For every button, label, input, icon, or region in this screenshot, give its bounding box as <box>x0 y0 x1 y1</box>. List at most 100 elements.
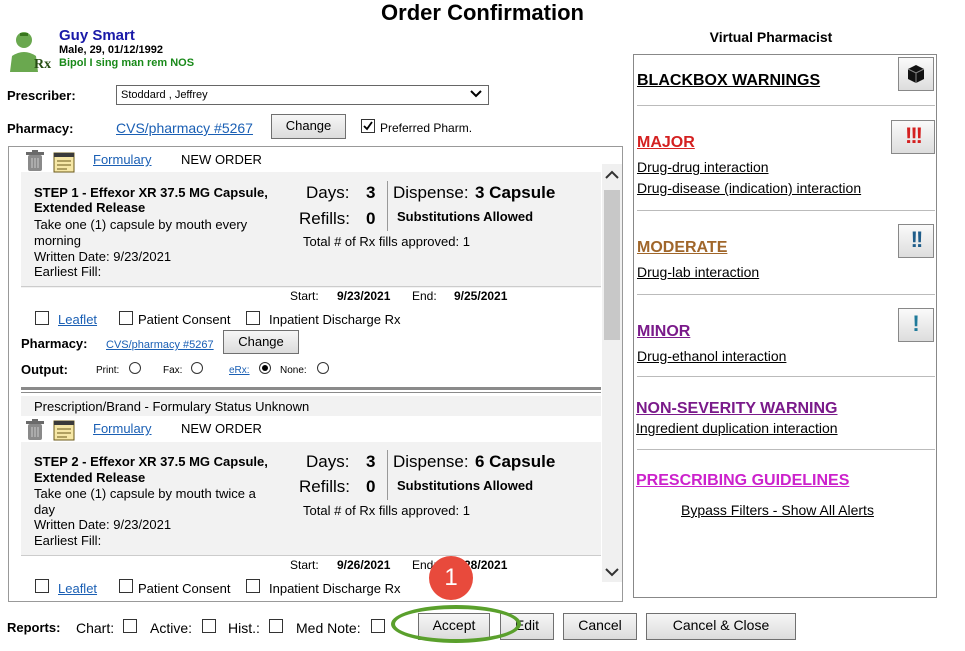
minor-link[interactable]: MINOR <box>637 323 690 341</box>
order-1-formulary-link[interactable]: Formulary <box>93 152 152 167</box>
order-1-total-fills: Total # of Rx fills approved: 1 <box>303 234 470 249</box>
minor-exclamation-icon[interactable]: ! <box>898 308 934 342</box>
non-severity-link[interactable]: NON-SEVERITY WARNING <box>636 400 838 418</box>
order-1-days: 3 <box>366 183 376 202</box>
order-2-consent-checkbox[interactable] <box>119 579 133 593</box>
major-link[interactable]: MAJOR <box>637 134 695 152</box>
order-1-drug-line2: Extended Release <box>34 200 146 215</box>
order-1-dispense: 3 Capsule <box>475 183 556 202</box>
bypass-filters-link[interactable]: Bypass Filters - Show All Alerts <box>681 502 874 518</box>
output-none-label: None: <box>280 365 307 376</box>
order-2-dispense-label: Dispense: <box>393 452 469 471</box>
order-2-formulary-link[interactable]: Formulary <box>93 421 152 436</box>
patient-diagnosis: Bipol I sing man rem NOS <box>59 57 195 69</box>
blackbox-warnings-link[interactable]: BLACKBOX WARNINGS <box>637 72 820 90</box>
orders-scrollbar-thumb[interactable] <box>604 190 620 340</box>
order-1-written-date: Written Date: 9/23/2021 <box>34 249 172 264</box>
order-1-substitution: Substitutions Allowed <box>397 209 534 224</box>
output-fax-radio[interactable] <box>191 362 203 374</box>
order-1-days-label: Days: <box>306 183 350 202</box>
order-2-status: NEW ORDER <box>181 421 262 436</box>
major-item-drug-drug[interactable]: Drug-drug interaction <box>637 159 769 175</box>
order-1-sig-line2: morning <box>34 233 81 248</box>
patient-avatar-icon: Rx <box>8 30 52 72</box>
divider <box>637 449 935 450</box>
output-print-label: Print: <box>96 365 120 376</box>
order-2-leaflet-link[interactable]: Leaflet <box>58 581 97 596</box>
order-1-start: 9/23/2021 <box>337 289 391 303</box>
preferred-pharm-checkbox[interactable] <box>361 119 375 133</box>
report-chart-label: Chart: <box>76 620 115 636</box>
order-1-drug-line1: STEP 1 - Effexor XR 37.5 MG Capsule, <box>34 185 268 200</box>
report-mednote-checkbox[interactable] <box>371 619 385 633</box>
non-severity-item-duplication[interactable]: Ingredient duplication interaction <box>636 420 838 436</box>
pharmacy-change-button[interactable]: Change <box>271 114 346 139</box>
order-2-leaflet-checkbox[interactable] <box>35 579 49 593</box>
moderate-item-drug-lab[interactable]: Drug-lab interaction <box>637 264 759 280</box>
scroll-down-icon[interactable] <box>604 565 620 582</box>
pharmacy-label: Pharmacy: <box>7 121 74 136</box>
divider <box>21 286 601 287</box>
order-1-discharge-label: Inpatient Discharge Rx <box>269 312 401 327</box>
trash-icon[interactable] <box>25 419 45 444</box>
order-2-total-fills: Total # of Rx fills approved: 1 <box>303 503 470 518</box>
output-print-radio[interactable] <box>129 362 141 374</box>
report-active-label: Active: <box>150 620 193 636</box>
notes-icon[interactable] <box>53 151 75 176</box>
trash-icon[interactable] <box>25 150 45 175</box>
order-1-start-label: Start: <box>290 289 319 303</box>
page-title: Order Confirmation <box>381 0 584 25</box>
major-exclamation-icon[interactable]: !!! <box>891 120 935 154</box>
order-2-sig-line2: day <box>34 502 55 517</box>
order-1-consent-checkbox[interactable] <box>119 311 133 325</box>
cancel-close-button[interactable]: Cancel & Close <box>646 613 796 640</box>
order-1-pharmacy-change-button[interactable]: Change <box>223 330 299 354</box>
prescribing-guidelines-link[interactable]: PRESCRIBING GUIDELINES <box>636 472 849 490</box>
order-2-days: 3 <box>366 452 376 471</box>
order-2-discharge-checkbox[interactable] <box>246 579 260 593</box>
divider <box>387 450 388 500</box>
blackbox-cube-icon[interactable] <box>898 57 934 91</box>
cancel-button[interactable]: Cancel <box>563 613 637 640</box>
order-2-start-label: Start: <box>290 558 319 572</box>
step-badge: 1 <box>429 556 473 600</box>
order-1-leaflet-link[interactable]: Leaflet <box>58 312 97 327</box>
moderate-link[interactable]: MODERATE <box>637 239 727 257</box>
patient-name: Guy Smart <box>59 27 135 44</box>
output-erx-label[interactable]: eRx: <box>229 365 250 376</box>
report-chart-checkbox[interactable] <box>123 619 137 633</box>
order-1-earliest-fill: Earliest Fill: <box>34 264 102 279</box>
order-1-dispense-label: Dispense: <box>393 183 469 202</box>
pharmacy-link[interactable]: CVS/pharmacy #5267 <box>116 120 253 136</box>
minor-item-drug-ethanol[interactable]: Drug-ethanol interaction <box>637 348 786 364</box>
report-active-checkbox[interactable] <box>202 619 216 633</box>
output-none-radio[interactable] <box>317 362 329 374</box>
divider <box>387 181 388 231</box>
prescriber-select[interactable]: Stoddard , Jeffrey <box>116 85 489 105</box>
order-2-header: Prescription/Brand - Formulary Status Un… <box>34 399 310 414</box>
order-2-refills: 0 <box>366 477 376 496</box>
moderate-exclamation-icon[interactable]: !! <box>898 224 934 258</box>
order-2-consent-label: Patient Consent <box>138 581 231 596</box>
order-1-output-label: Output: <box>21 362 68 377</box>
virtual-pharmacist-title: Virtual Pharmacist <box>709 29 833 45</box>
order-2-start: 9/26/2021 <box>337 558 391 572</box>
order-1-consent-label: Patient Consent <box>138 312 231 327</box>
chevron-down-icon <box>470 89 482 102</box>
scroll-up-icon[interactable] <box>604 168 620 185</box>
order-2-earliest-fill: Earliest Fill: <box>34 533 102 548</box>
order-2-written-date: Written Date: 9/23/2021 <box>34 517 172 532</box>
order-2-sig-line1: Take one (1) capsule by mouth twice a <box>34 486 256 501</box>
order-1-pharmacy-link[interactable]: CVS/pharmacy #5267 <box>106 339 214 351</box>
order-1-discharge-checkbox[interactable] <box>246 311 260 325</box>
major-item-drug-disease[interactable]: Drug-disease (indication) interaction <box>637 180 861 196</box>
order-1-refills: 0 <box>366 209 376 228</box>
notes-icon[interactable] <box>53 419 75 444</box>
output-erx-radio[interactable] <box>259 362 271 374</box>
order-1-end: 9/25/2021 <box>454 289 508 303</box>
report-hist-checkbox[interactable] <box>269 619 283 633</box>
divider <box>637 376 935 377</box>
order-separator <box>21 387 601 390</box>
order-1-leaflet-checkbox[interactable] <box>35 311 49 325</box>
report-mednote-label: Med Note: <box>296 620 361 636</box>
